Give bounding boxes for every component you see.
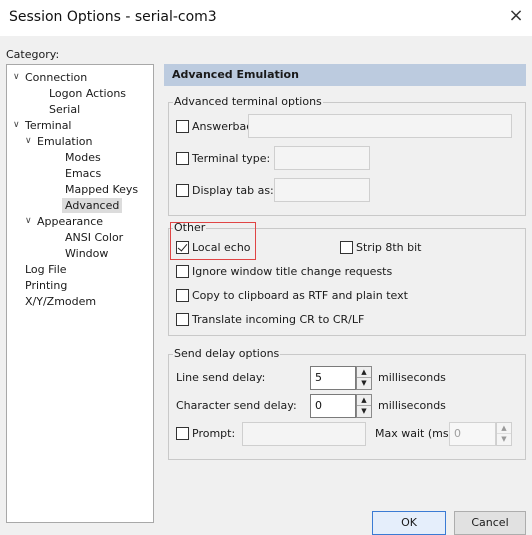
chevron-down-icon[interactable]: ∨ bbox=[25, 137, 34, 146]
spin-down-icon[interactable]: ▼ bbox=[497, 434, 511, 445]
tree-item-connection[interactable]: Connection bbox=[25, 70, 87, 85]
tree-item-mapped-keys[interactable]: Mapped Keys bbox=[65, 182, 138, 197]
display-tab-checkbox[interactable] bbox=[176, 184, 189, 197]
strip-8th-bit-label: Strip 8th bit bbox=[356, 241, 422, 254]
ignore-title-checkbox[interactable] bbox=[176, 265, 189, 278]
character-send-delay-input[interactable]: 0 bbox=[310, 394, 356, 418]
tree-item-modes[interactable]: Modes bbox=[65, 150, 101, 165]
max-wait-spinner[interactable]: ▲ ▼ bbox=[496, 422, 512, 446]
translate-cr-label: Translate incoming CR to CR/LF bbox=[192, 313, 365, 326]
send-delay-group-title: Send delay options bbox=[173, 347, 281, 360]
line-send-delay-spinner[interactable]: ▲ ▼ bbox=[356, 366, 372, 390]
tree-item-advanced[interactable]: Advanced bbox=[62, 198, 123, 213]
line-send-delay-input[interactable]: 5 bbox=[310, 366, 356, 390]
ok-button[interactable]: OK bbox=[372, 511, 446, 535]
answerback-checkbox[interactable] bbox=[176, 120, 189, 133]
spin-up-icon[interactable]: ▲ bbox=[357, 395, 371, 406]
tree-item-xyzmodem[interactable]: X/Y/Zmodem bbox=[25, 294, 96, 309]
tree-item-logon-actions[interactable]: Logon Actions bbox=[49, 86, 126, 101]
tree-item-ansi-color[interactable]: ANSI Color bbox=[65, 230, 123, 245]
display-tab-field[interactable] bbox=[274, 178, 370, 202]
character-send-delay-unit: milliseconds bbox=[378, 399, 446, 412]
terminal-type-field[interactable] bbox=[274, 146, 370, 170]
spin-down-icon[interactable]: ▼ bbox=[357, 406, 371, 417]
spin-up-icon[interactable]: ▲ bbox=[357, 367, 371, 378]
panel-title: Advanced Emulation bbox=[172, 68, 299, 81]
translate-cr-checkbox[interactable] bbox=[176, 313, 189, 326]
tree-item-emulation[interactable]: Emulation bbox=[37, 134, 93, 149]
title-bar: Session Options - serial-com3 × bbox=[0, 0, 532, 36]
tree-item-window[interactable]: Window bbox=[65, 246, 108, 261]
prompt-checkbox[interactable] bbox=[176, 427, 189, 440]
spin-up-icon[interactable]: ▲ bbox=[497, 423, 511, 434]
tree-item-printing[interactable]: Printing bbox=[25, 278, 67, 293]
terminal-type-label: Terminal type: bbox=[192, 152, 271, 165]
local-echo-label: Local echo bbox=[192, 241, 251, 254]
tree-item-appearance[interactable]: Appearance bbox=[37, 214, 103, 229]
line-send-delay-unit: milliseconds bbox=[378, 371, 446, 384]
cancel-button[interactable]: Cancel bbox=[454, 511, 526, 535]
copy-rtf-label: Copy to clipboard as RTF and plain text bbox=[192, 289, 408, 302]
ignore-title-label: Ignore window title change requests bbox=[192, 265, 393, 278]
window-title: Session Options - serial-com3 bbox=[9, 9, 217, 25]
category-label: Category: bbox=[6, 48, 60, 61]
tree-item-log-file[interactable]: Log File bbox=[25, 262, 67, 277]
strip-8th-bit-checkbox[interactable] bbox=[340, 241, 353, 254]
local-echo-checkbox[interactable] bbox=[176, 241, 189, 254]
max-wait-input[interactable]: 0 bbox=[449, 422, 496, 446]
category-tree[interactable]: ∨ Connection Logon Actions Serial ∨ Term… bbox=[6, 64, 154, 523]
display-tab-label: Display tab as: bbox=[192, 184, 274, 197]
spin-down-icon[interactable]: ▼ bbox=[357, 378, 371, 389]
close-icon[interactable]: × bbox=[506, 5, 526, 27]
chevron-down-icon[interactable]: ∨ bbox=[13, 73, 22, 82]
panel-header: Advanced Emulation bbox=[164, 64, 526, 86]
prompt-field[interactable] bbox=[242, 422, 366, 446]
terminal-type-checkbox[interactable] bbox=[176, 152, 189, 165]
chevron-down-icon[interactable]: ∨ bbox=[25, 217, 34, 226]
copy-rtf-checkbox[interactable] bbox=[176, 289, 189, 302]
tree-item-emacs[interactable]: Emacs bbox=[65, 166, 101, 181]
other-group-title: Other bbox=[173, 221, 207, 234]
chevron-down-icon[interactable]: ∨ bbox=[13, 121, 22, 130]
tree-item-serial[interactable]: Serial bbox=[49, 102, 80, 117]
character-send-delay-label: Character send delay: bbox=[176, 399, 297, 412]
line-send-delay-label: Line send delay: bbox=[176, 371, 266, 384]
answerback-field[interactable] bbox=[248, 114, 512, 138]
tree-item-terminal[interactable]: Terminal bbox=[25, 118, 72, 133]
advanced-terminal-group-title: Advanced terminal options bbox=[173, 95, 323, 108]
max-wait-label: Max wait (ms) bbox=[375, 427, 453, 440]
character-send-delay-spinner[interactable]: ▲ ▼ bbox=[356, 394, 372, 418]
prompt-label: Prompt: bbox=[192, 427, 236, 440]
